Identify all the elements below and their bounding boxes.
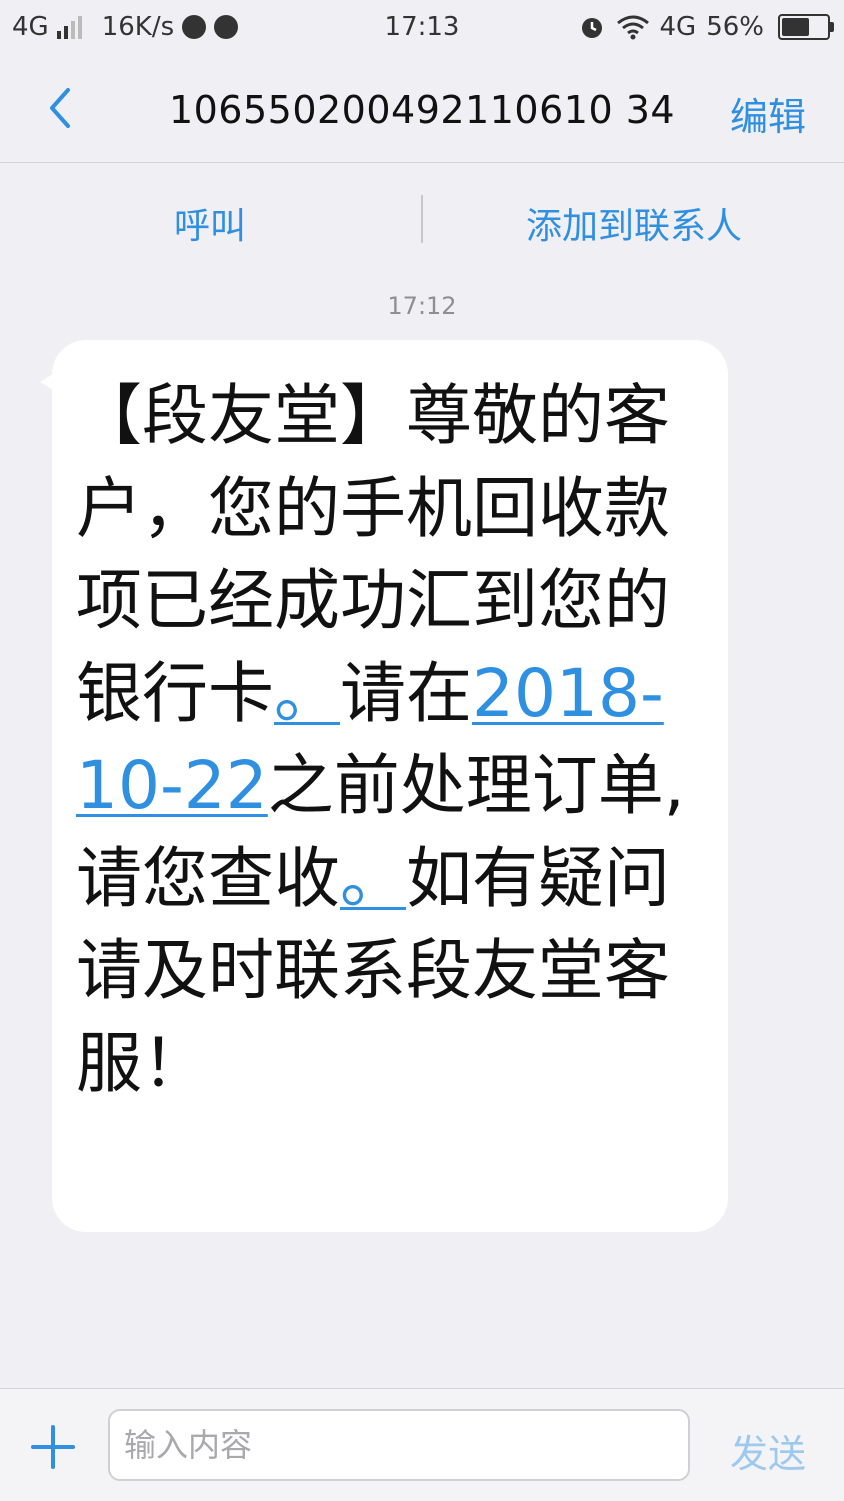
send-button[interactable]: 发送 (730, 1423, 806, 1478)
message-bubble[interactable]: 【段友堂】尊敬的客户，您的手机回收款项已经成功汇到您的银行卡。请在2018-10… (52, 340, 728, 1232)
call-button[interactable]: 呼叫 (0, 197, 420, 249)
message-timestamp: 17:12 (387, 292, 457, 320)
wifi-icon (616, 15, 649, 40)
message-link-period[interactable]: 。 (274, 655, 340, 732)
message-text-part: 请在 (340, 654, 472, 732)
battery-percent: 56% (706, 12, 764, 42)
sender-number: 106550200492110610 34 (168, 88, 676, 132)
plus-icon[interactable] (30, 1424, 76, 1470)
status-right: 4G 56% (578, 12, 834, 42)
message-text: 【段友堂】尊敬的客户，您的手机回收款项已经成功汇到您的银行卡。请在2018-10… (76, 370, 702, 1110)
contact-actions: 呼叫 添加到联系人 (0, 163, 844, 275)
alarm-icon (581, 18, 602, 38)
compose-bar: 发送 (0, 1388, 844, 1501)
status-bar: 4G 16K/s 17:13 4G 56% (0, 0, 844, 58)
add-contact-button[interactable]: 添加到联系人 (424, 197, 844, 249)
edit-button[interactable]: 编辑 (730, 86, 806, 141)
conversation-header: 106550200492110610 34 编辑 (0, 58, 844, 163)
action-divider (421, 195, 423, 243)
message-input[interactable] (108, 1409, 690, 1481)
battery-icon (778, 14, 834, 40)
network-right-label: 4G (659, 12, 697, 42)
message-link-period[interactable]: 。 (340, 840, 406, 917)
